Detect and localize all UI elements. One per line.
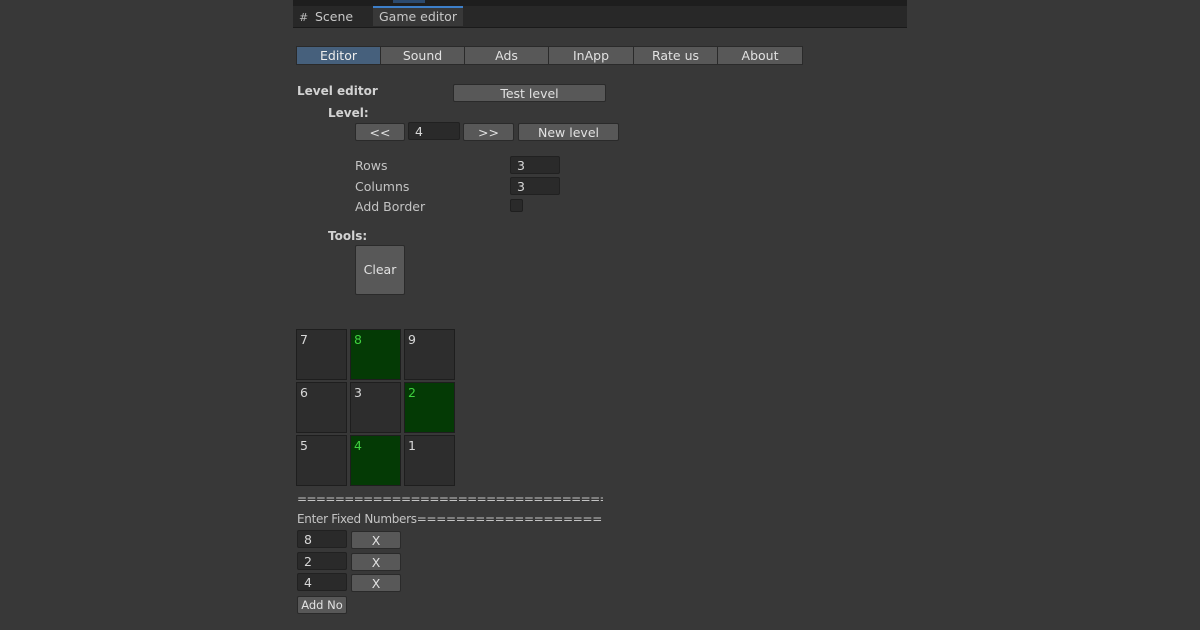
tab-game-editor[interactable]: Game editor bbox=[373, 6, 463, 26]
toolbar-editor-button[interactable]: Editor bbox=[296, 46, 381, 65]
next-level-button[interactable]: >> bbox=[463, 123, 514, 141]
columns-label: Columns bbox=[355, 179, 410, 194]
board-cell[interactable]: 1 bbox=[404, 435, 455, 486]
fixed-number-field[interactable]: 4 bbox=[297, 573, 347, 591]
rows-label: Rows bbox=[355, 158, 388, 173]
toolbar-ads-button[interactable]: Ads bbox=[464, 46, 549, 65]
toolbar-rate-us-button[interactable]: Rate us bbox=[633, 46, 718, 65]
toolbar-inapp-button[interactable]: InApp bbox=[548, 46, 634, 65]
fixed-numbers-heading: Enter Fixed Numbers=====================… bbox=[297, 512, 603, 526]
columns-field[interactable]: 3 bbox=[510, 177, 560, 195]
rows-field[interactable]: 3 bbox=[510, 156, 560, 174]
add-border-label: Add Border bbox=[355, 199, 426, 214]
separator-line: ========================================… bbox=[297, 492, 603, 506]
new-level-button[interactable]: New level bbox=[518, 123, 619, 141]
board-cell[interactable]: 3 bbox=[350, 382, 401, 433]
add-number-button[interactable]: Add No bbox=[297, 596, 347, 614]
board-cell[interactable]: 5 bbox=[296, 435, 347, 486]
active-indicator bbox=[393, 0, 425, 3]
tab-scene-label: Scene bbox=[315, 9, 354, 24]
board-cell[interactable]: 7 bbox=[296, 329, 347, 380]
fixed-number-field[interactable]: 2 bbox=[297, 552, 347, 570]
test-level-button[interactable]: Test level bbox=[453, 84, 606, 102]
level-number-field[interactable]: 4 bbox=[408, 122, 460, 140]
board-cell[interactable]: 9 bbox=[404, 329, 455, 380]
previous-level-button[interactable]: << bbox=[355, 123, 405, 141]
level-editor-heading: Level editor bbox=[297, 84, 378, 98]
board-cell[interactable]: 4 bbox=[350, 435, 401, 486]
tab-scene[interactable]: # Scene bbox=[299, 6, 369, 27]
clear-button[interactable]: Clear bbox=[355, 245, 405, 295]
tab-game-editor-label: Game editor bbox=[379, 9, 457, 24]
remove-fixed-number-button[interactable]: X bbox=[351, 531, 401, 549]
grid-icon: # bbox=[299, 11, 309, 24]
toolbar-sound-button[interactable]: Sound bbox=[380, 46, 465, 65]
main-toolbar: Editor Sound Ads InApp Rate us About bbox=[296, 46, 803, 65]
add-border-checkbox[interactable] bbox=[510, 199, 523, 212]
toolbar-about-button[interactable]: About bbox=[717, 46, 803, 65]
editor-tab-bar: # Scene Game editor bbox=[293, 6, 907, 28]
board-cell[interactable]: 8 bbox=[350, 329, 401, 380]
board-cell[interactable]: 6 bbox=[296, 382, 347, 433]
board-cell[interactable]: 2 bbox=[404, 382, 455, 433]
remove-fixed-number-button[interactable]: X bbox=[351, 553, 401, 571]
level-label: Level: bbox=[328, 106, 369, 120]
tools-label: Tools: bbox=[328, 229, 368, 243]
remove-fixed-number-button[interactable]: X bbox=[351, 574, 401, 592]
fixed-number-field[interactable]: 8 bbox=[297, 530, 347, 548]
